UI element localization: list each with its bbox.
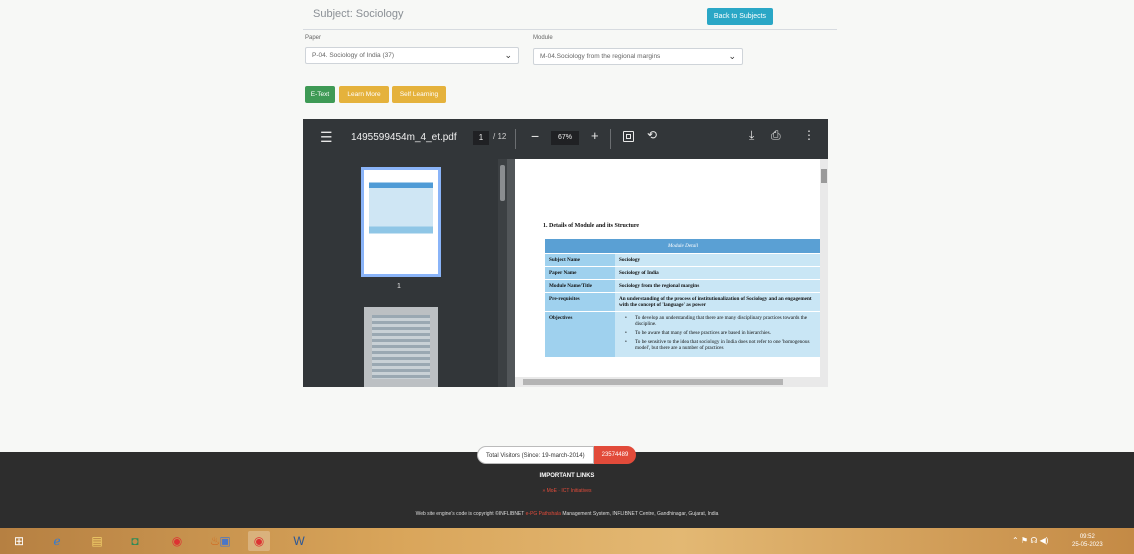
table-key: Objectives [545, 312, 615, 357]
module-select[interactable]: M-04.Sociology from the regional margins… [533, 48, 743, 65]
zoom-in-icon[interactable]: + [591, 128, 599, 143]
taskbar: ⊞ ℯ ▤ ◘ ◉ ♨ ▣ ◉ W ⌃ ⚑ ☊ ◀) 09:52 25-05-2… [0, 528, 1134, 554]
self-learning-button[interactable]: Self Learning [392, 86, 446, 103]
sidebar-scrollbar[interactable] [498, 159, 507, 387]
clock-time: 09:52 [1079, 534, 1095, 540]
paper-select[interactable]: P-04. Sociology of India (37) ⌄ [305, 47, 519, 64]
table-row: Paper Name Sociology of India [545, 266, 821, 279]
table-key: Pre-requisites [545, 293, 615, 311]
etext-button[interactable]: E-Text [305, 86, 335, 103]
objective-item: To be sensitive to the idea that sociolo… [619, 339, 817, 351]
back-to-subjects-button[interactable]: Back to Subjects [707, 8, 773, 25]
copyright-text: Web site engine's code is copyright ©INF… [0, 511, 1134, 517]
epg-pathshala-link[interactable]: e-PG Pathshala [526, 511, 561, 517]
copyright-prefix: Web site engine's code is copyright ©INF… [415, 511, 525, 517]
chevron-down-icon: ⌄ [504, 50, 512, 60]
system-clock[interactable]: 09:52 25-05-2023 [1072, 533, 1103, 549]
visitor-count: 23574489 [593, 446, 637, 464]
app-icon[interactable]: ▣ [214, 531, 236, 551]
paper-label: Paper [305, 35, 322, 41]
table-header: Module Detail [545, 239, 821, 253]
pdf-toolbar: ☰ 1495599454m_4_et.pdf 1 / 12 − 67% + ⟲ … [303, 119, 828, 159]
table-value: To develop an understanding that there a… [615, 312, 821, 357]
table-key: Paper Name [545, 267, 615, 279]
windows-start-icon[interactable]: ⊞ [8, 531, 30, 551]
store-icon[interactable]: ◘ [124, 531, 146, 551]
table-row: Pre-requisites An understanding of the p… [545, 292, 821, 311]
visitor-counter: Total Visitors (Since: 19-march-2014) 23… [477, 446, 637, 464]
page-title: Subject: Sociology [313, 8, 404, 20]
document-horizontal-scrollbar[interactable] [515, 377, 828, 387]
table-key: Subject Name [545, 254, 615, 266]
chrome-active-icon[interactable]: ◉ [248, 531, 270, 551]
table-value: An understanding of the process of insti… [615, 293, 821, 311]
page-thumbnail-2[interactable] [364, 307, 438, 387]
module-select-value: M-04.Sociology from the regional margins [540, 53, 661, 60]
module-detail-table: Module Detail Subject Name Sociology Pap… [545, 239, 821, 357]
toolbar-divider [610, 129, 611, 149]
important-links-list[interactable]: » MoE · ICT Initiatives [0, 488, 1134, 494]
pdf-file-name: 1495599454m_4_et.pdf [351, 132, 457, 143]
thumbnail-number: 1 [397, 283, 401, 290]
toolbar-divider [515, 129, 516, 149]
page-number-input[interactable]: 1 [473, 131, 489, 145]
table-value: Sociology from the regional margins [615, 280, 821, 292]
word-icon[interactable]: W [288, 531, 310, 551]
zoom-input[interactable]: 67% [551, 131, 579, 145]
site-footer: Total Visitors (Since: 19-march-2014) 23… [0, 446, 1134, 528]
table-row: Subject Name Sociology [545, 253, 821, 266]
objective-item: To develop an understanding that there a… [619, 315, 817, 327]
document-area: 1. Details of Module and its Structure M… [507, 159, 828, 387]
print-icon[interactable]: ⎙ [771, 128, 781, 143]
zoom-out-icon[interactable]: − [531, 128, 539, 144]
pdf-viewer: ☰ 1495599454m_4_et.pdf 1 / 12 − 67% + ⟲ … [303, 119, 828, 387]
visitor-label: Total Visitors (Since: 19-march-2014) [477, 446, 594, 464]
rotate-icon[interactable]: ⟲ [647, 128, 657, 142]
chrome-icon[interactable]: ◉ [166, 531, 188, 551]
chevron-down-icon: ⌄ [728, 51, 736, 61]
document-heading: 1. Details of Module and its Structure [543, 223, 640, 229]
pdf-page: 1. Details of Module and its Structure M… [515, 159, 821, 387]
more-options-icon[interactable]: ⋮ [803, 128, 815, 142]
page-thumbnail-1[interactable] [361, 167, 441, 277]
subject-header: Subject: Sociology Back to Subjects [303, 0, 837, 30]
page-total: / 12 [493, 132, 507, 141]
table-key: Module Name/Title [545, 280, 615, 292]
menu-icon[interactable]: ☰ [320, 129, 333, 146]
paper-select-value: P-04. Sociology of India (37) [312, 52, 395, 59]
copyright-suffix: Management System, INFLIBNET Centre, Gan… [562, 511, 719, 517]
download-icon[interactable]: ⤓ [749, 128, 754, 143]
document-vertical-scrollbar[interactable] [820, 159, 828, 377]
learn-more-button[interactable]: Learn More [339, 86, 389, 103]
internet-explorer-icon[interactable]: ℯ [46, 531, 68, 551]
table-value: Sociology of India [615, 267, 821, 279]
table-value: Sociology [615, 254, 821, 266]
objective-item: To be aware that many of these practices… [619, 330, 817, 336]
clock-date: 25-05-2023 [1072, 542, 1103, 548]
table-row: Module Name/Title Sociology from the reg… [545, 279, 821, 292]
system-tray-icons[interactable]: ⌃ ⚑ ☊ ◀) [1012, 536, 1048, 545]
module-label: Module [533, 35, 553, 41]
fit-page-icon[interactable] [623, 131, 634, 142]
file-explorer-icon[interactable]: ▤ [86, 531, 108, 551]
table-row: Objectives To develop an understanding t… [545, 311, 821, 357]
important-links-heading: IMPORTANT LINKS [539, 473, 595, 479]
